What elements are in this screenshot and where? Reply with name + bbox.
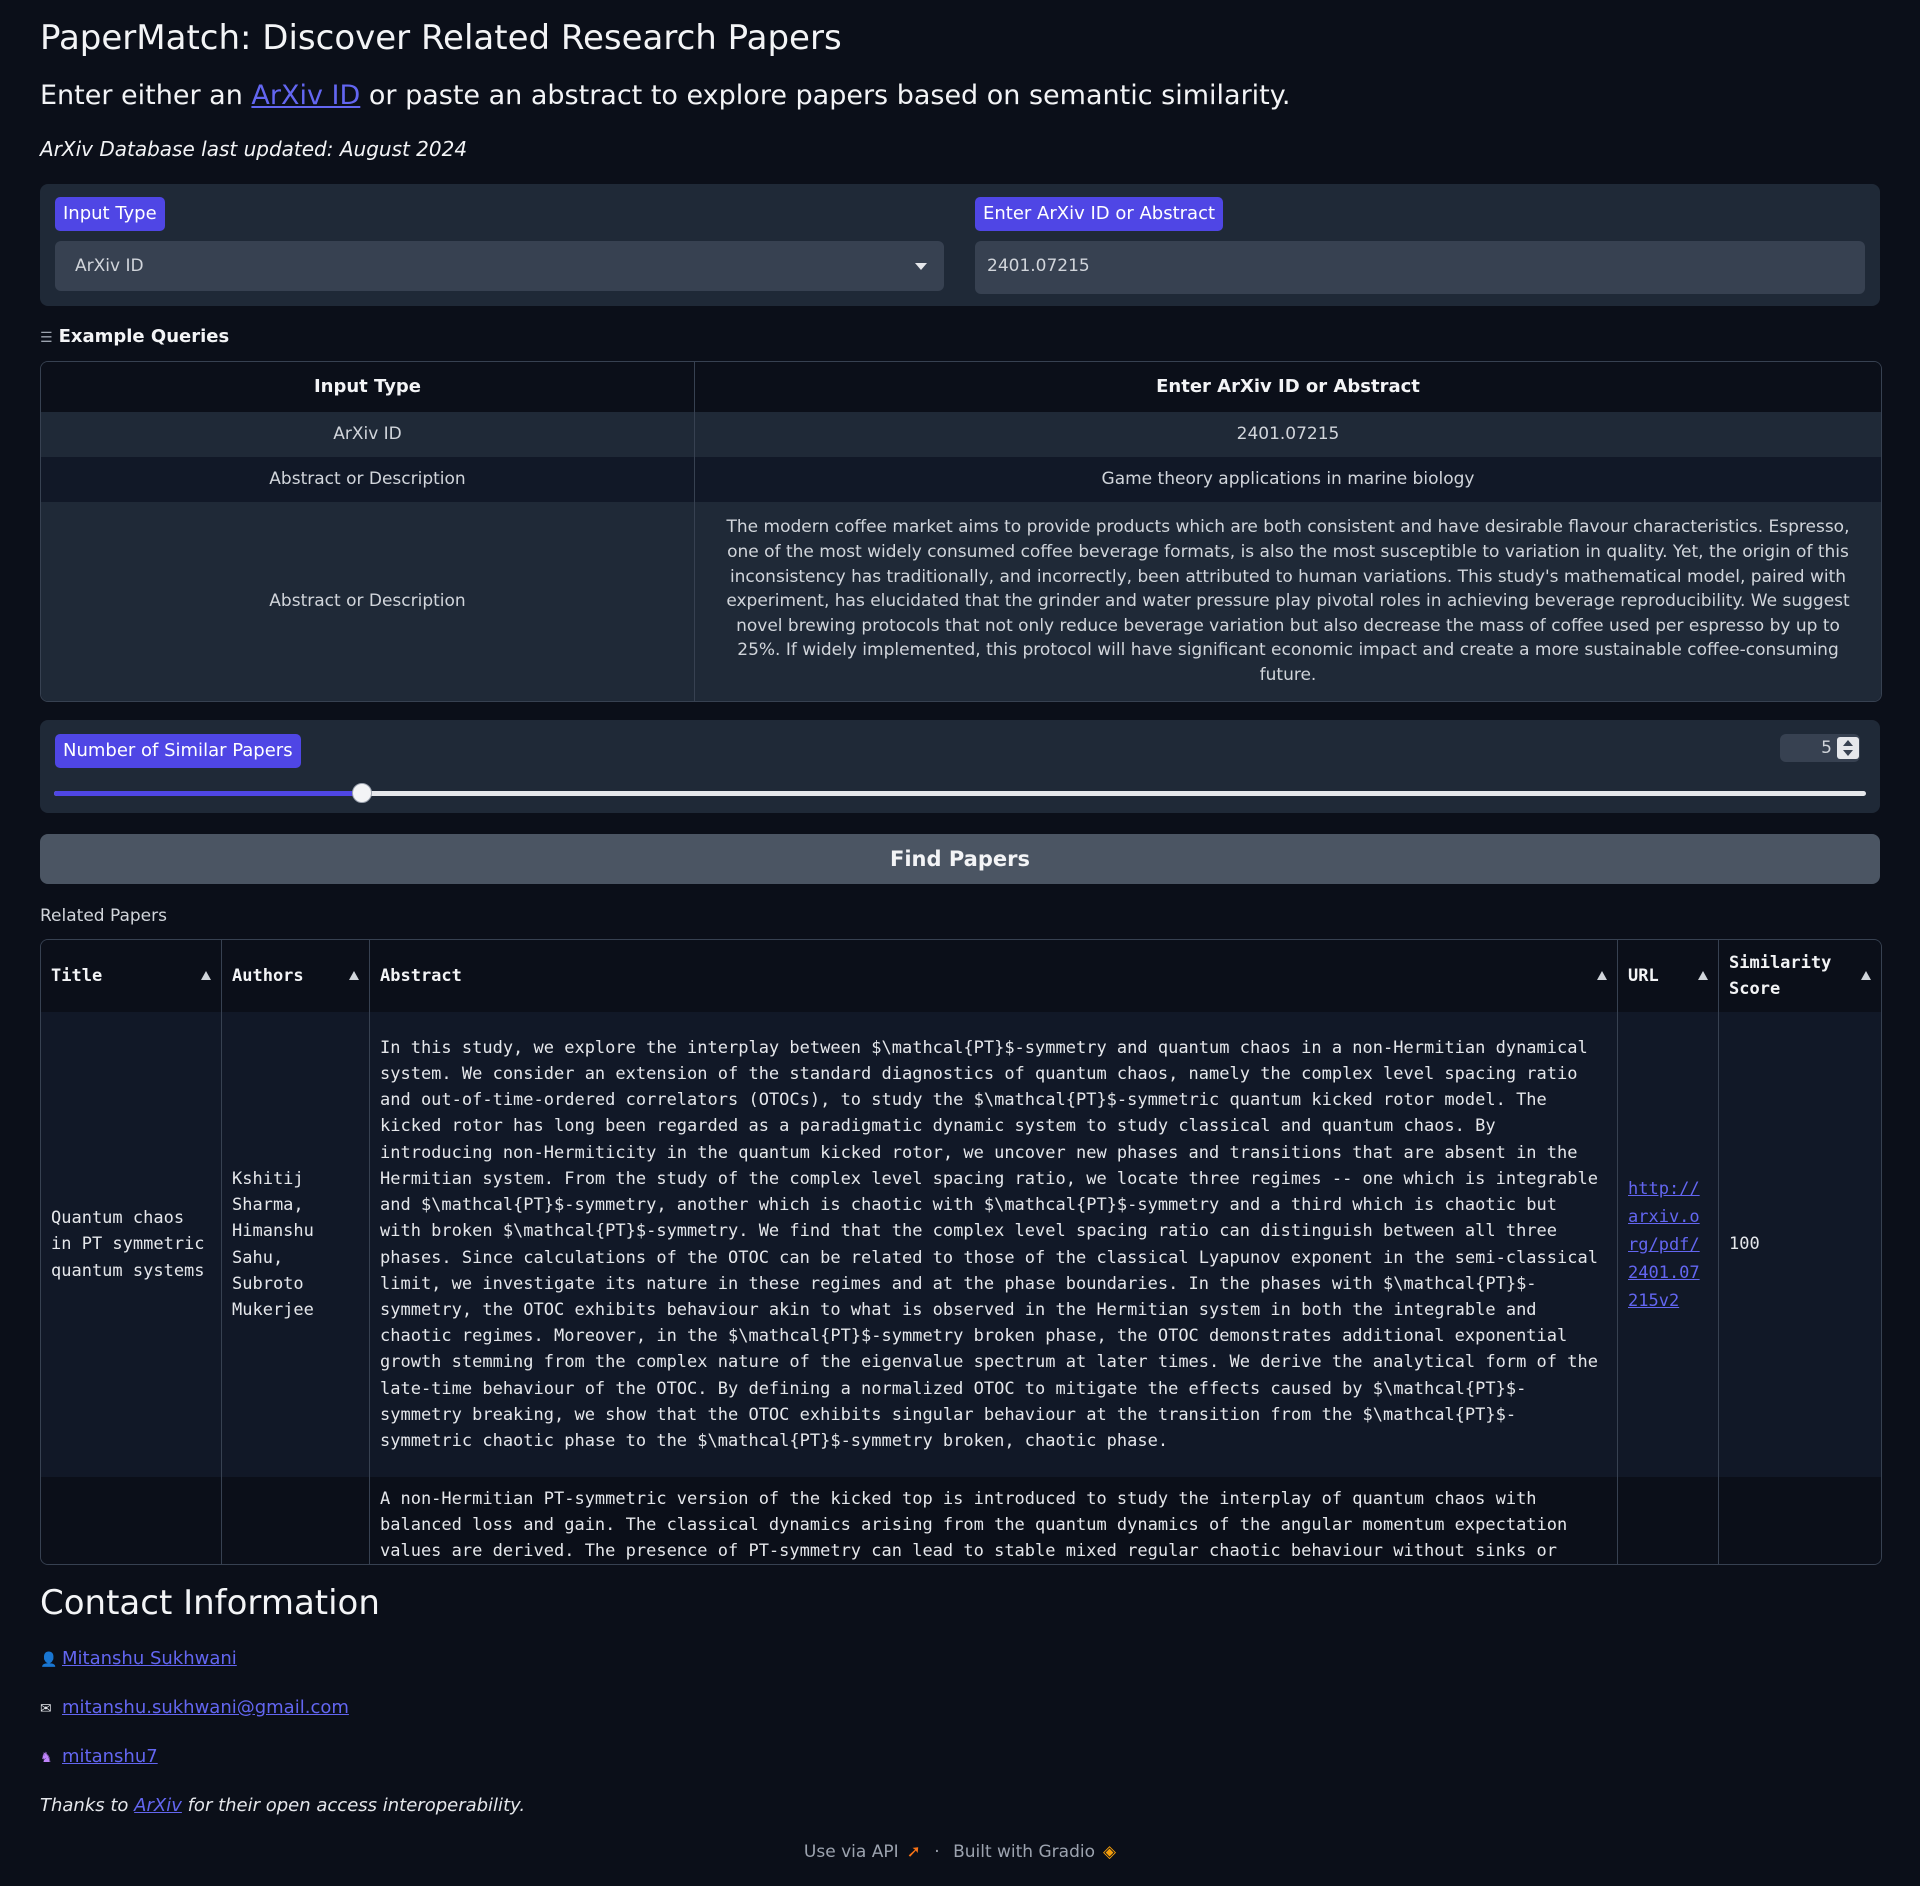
col-abstract-label: Abstract — [380, 966, 462, 986]
col-authors-label: Authors — [232, 966, 304, 986]
contact-email-line: ✉ mitanshu.sukhwani@gmail.com — [40, 1697, 349, 1718]
query-value: 2401.07215 — [987, 256, 1090, 276]
table-row: Kshitij Sharma, Himanshu Sahu, Subroto M… — [222, 1012, 369, 1477]
thanks-text-post: for their open access interoperability. — [181, 1795, 526, 1816]
paper-abstract: In this study, we explore the interplay … — [380, 1037, 1598, 1451]
page-subtitle: Enter either an ArXiv ID or paste an abs… — [40, 80, 1290, 111]
slider-fill — [54, 791, 362, 796]
find-papers-button[interactable]: Find Papers — [40, 834, 1880, 884]
sort-up-icon[interactable] — [201, 971, 211, 980]
last-updated-note: ArXiv Database last updated: August 2024 — [40, 137, 468, 161]
similar-papers-panel: Number of Similar Papers — [40, 720, 1880, 813]
query-label: Enter ArXiv ID or Abstract — [975, 197, 1224, 231]
thanks-text-pre: Thanks to — [40, 1795, 135, 1816]
query-input[interactable]: 2401.07215 — [975, 241, 1865, 294]
example-row-2-query[interactable]: Game theory applications in marine biolo… — [695, 457, 1881, 502]
person-icon: 👤 — [40, 1652, 58, 1668]
col-title-label: Title — [51, 966, 103, 986]
example-row-2-type[interactable]: Abstract or Description — [41, 457, 694, 502]
sort-up-icon[interactable] — [349, 971, 359, 980]
col-url[interactable]: URL — [1618, 940, 1718, 1012]
table-row: In this study, we explore the interplay … — [370, 1012, 1617, 1477]
footer: Use via API ➚ · Built with Gradio ◈ — [0, 1842, 1920, 1862]
arxiv-id-link[interactable]: ArXiv ID — [251, 80, 360, 111]
list-icon: ☰ — [40, 330, 53, 346]
example-queries-heading: Example Queries — [58, 326, 230, 347]
example-col-input-type: Input Type — [313, 375, 422, 397]
arxiv-link[interactable]: ArXiv — [134, 1795, 182, 1816]
paper-authors: Kshitij Sharma, Himanshu Sahu, Subroto M… — [232, 1168, 314, 1320]
contact-email-link[interactable]: mitanshu.sukhwani@gmail.com — [62, 1697, 349, 1718]
example-queries-toggle[interactable]: ☰ Example Queries — [40, 326, 229, 347]
similar-papers-value: 5 — [1821, 738, 1832, 758]
col-url-label: URL — [1628, 966, 1659, 986]
contact-name-line: 👤 Mitanshu Sukhwani — [40, 1648, 237, 1669]
example-row-1-query[interactable]: 2401.07215 — [695, 412, 1881, 457]
example-queries-table: Input Type Enter ArXiv ID or Abstract Ar… — [40, 361, 1882, 702]
slider-handle[interactable] — [352, 783, 372, 803]
table-row: 100 — [1719, 1012, 1881, 1477]
input-panel: Input Type ArXiv ID Enter ArXiv ID or Ab… — [40, 184, 1880, 306]
table-row: Quantum chaos in PT symmetric quantum sy… — [41, 1012, 221, 1477]
thanks-note: Thanks to ArXiv for their open access in… — [40, 1795, 525, 1816]
similar-papers-slider[interactable] — [54, 783, 1866, 803]
chevron-down-icon — [915, 263, 927, 270]
table-row: A non-Hermitian PT-symmetric version of … — [370, 1486, 1617, 1564]
rocket-icon: ➚ — [906, 1842, 921, 1862]
page-title: PaperMatch: Discover Related Research Pa… — [40, 18, 842, 58]
col-score-label: Similarity Score — [1729, 953, 1832, 999]
similar-papers-label: Number of Similar Papers — [55, 734, 301, 768]
contact-name-link[interactable]: Mitanshu Sukhwani — [62, 1648, 237, 1669]
sort-up-icon[interactable] — [1861, 971, 1871, 980]
example-row-1-type[interactable]: ArXiv ID — [41, 412, 694, 457]
related-papers-label: Related Papers — [40, 906, 167, 926]
contact-heading: Contact Information — [40, 1583, 380, 1623]
col-score[interactable]: Similarity Score — [1719, 940, 1881, 1012]
similarity-score: 100 — [1729, 1234, 1760, 1255]
gradio-logo-icon: ◈ — [1102, 1842, 1117, 1862]
sort-up-icon[interactable] — [1597, 971, 1607, 980]
related-papers-table: Title Authors Abstract URL Similarity Sc… — [40, 939, 1882, 1565]
input-type-label: Input Type — [55, 197, 165, 231]
example-row-3-query[interactable]: The modern coffee market aims to provide… — [695, 502, 1881, 701]
built-with-gradio-link[interactable]: Built with Gradio — [953, 1842, 1095, 1862]
example-col-query: Enter ArXiv ID or Abstract — [1156, 375, 1420, 397]
envelope-icon: ✉ — [40, 1701, 52, 1717]
input-type-dropdown[interactable]: ArXiv ID — [55, 241, 944, 291]
use-via-api-link[interactable]: Use via API — [804, 1842, 899, 1862]
paper-url-link[interactable]: http://arxiv.org/pdf/2401.07215v2 — [1628, 1175, 1708, 1315]
similar-papers-number-input[interactable]: 5 — [1780, 734, 1860, 762]
footer-separator: · — [934, 1842, 940, 1862]
paper-title: Quantum chaos in PT symmetric quantum sy… — [51, 1208, 205, 1281]
contact-github-link[interactable]: mitanshu7 — [62, 1746, 158, 1767]
table-row: http://arxiv.org/pdf/2401.07215v2 — [1618, 1012, 1718, 1477]
col-title[interactable]: Title — [41, 940, 221, 1012]
subtitle-text-pre: Enter either an — [40, 80, 252, 111]
sort-up-icon[interactable] — [1698, 971, 1708, 980]
col-abstract[interactable]: Abstract — [370, 940, 1617, 1012]
stepper-icon[interactable] — [1837, 737, 1859, 759]
paper-abstract: A non-Hermitian PT-symmetric version of … — [380, 1489, 1568, 1562]
octocat-icon: ♞ — [40, 1750, 53, 1766]
contact-github-line: ♞ mitanshu7 — [40, 1746, 158, 1767]
input-type-value: ArXiv ID — [75, 256, 144, 276]
example-row-3-type[interactable]: Abstract or Description — [41, 502, 694, 701]
col-authors[interactable]: Authors — [222, 940, 369, 1012]
subtitle-text-post: or paste an abstract to explore papers b… — [360, 80, 1291, 111]
